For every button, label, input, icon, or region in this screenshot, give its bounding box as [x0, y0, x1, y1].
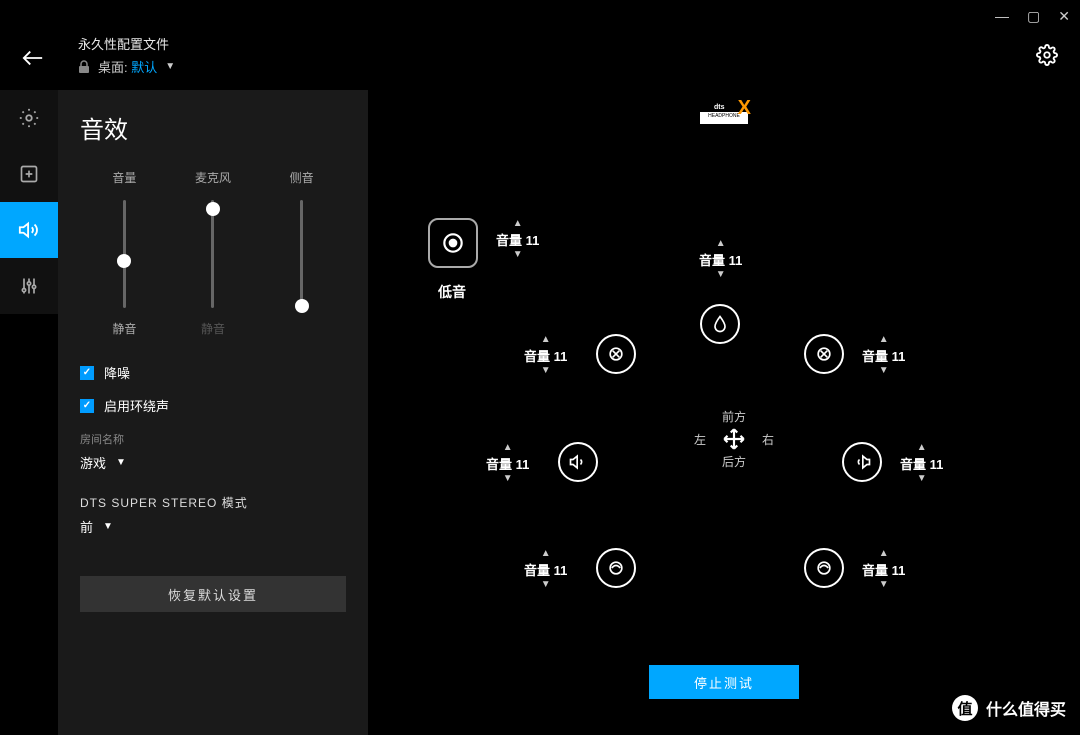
- rear-right-speaker[interactable]: [804, 548, 844, 588]
- checkbox-checked-icon: ✓: [80, 399, 94, 413]
- center-vol-down[interactable]: ▼: [716, 269, 726, 281]
- surround-toggle[interactable]: ✓ 启用环绕声: [80, 396, 346, 415]
- svg-text:dts: dts: [714, 104, 725, 110]
- bass-vol-up[interactable]: ▲: [513, 218, 523, 230]
- tab-equalizer[interactable]: [0, 258, 58, 314]
- volume-slider-label: 音量: [112, 169, 136, 186]
- chevron-down-icon: ▼: [116, 457, 126, 468]
- mic-slider[interactable]: [211, 200, 214, 308]
- sl-vol-up[interactable]: ▲: [503, 442, 513, 454]
- bass-speaker[interactable]: [428, 218, 478, 268]
- window-close[interactable]: ✕: [1058, 8, 1070, 25]
- volume-slider[interactable]: [123, 200, 126, 308]
- chevron-down-icon: ▼: [165, 61, 175, 72]
- fl-vol-up[interactable]: ▲: [541, 334, 551, 346]
- rr-vol-up[interactable]: ▲: [879, 548, 889, 560]
- room-field-label: 房间名称: [80, 431, 346, 447]
- window-minimize[interactable]: —: [995, 8, 1009, 25]
- stop-test-button[interactable]: 停止测试: [649, 665, 799, 699]
- rear-left-speaker[interactable]: [596, 548, 636, 588]
- dts-headphone-x-badge: dts HEADPHONE X: [700, 100, 748, 124]
- sidetone-slider[interactable]: [300, 200, 303, 308]
- sun-icon: [18, 107, 40, 129]
- chevron-down-icon: ▼: [103, 521, 113, 532]
- dts-mode-label: DTS SUPER STEREO 模式: [80, 494, 346, 511]
- side-right-speaker[interactable]: [842, 442, 882, 482]
- settings-gear-icon[interactable]: [1036, 44, 1058, 71]
- sr-vol-down[interactable]: ▼: [917, 473, 927, 485]
- listener-compass: 前方 左 右 后方: [694, 408, 774, 470]
- window-maximize[interactable]: ▢: [1027, 8, 1040, 25]
- center-speaker[interactable]: [700, 304, 740, 344]
- sliders-icon: [19, 276, 39, 296]
- noise-reduction-toggle[interactable]: ✓ 降噪: [80, 363, 346, 382]
- mic-slider-label: 麦克风: [195, 169, 231, 186]
- back-button[interactable]: [22, 50, 44, 71]
- reset-defaults-button[interactable]: 恢复默认设置: [80, 576, 346, 612]
- front-left-speaker[interactable]: [596, 334, 636, 374]
- tab-lighting[interactable]: [0, 90, 58, 146]
- sidetone-slider-label: 侧音: [290, 169, 314, 186]
- fr-vol-down[interactable]: ▼: [879, 365, 889, 377]
- watermark: 值 什么值得买: [952, 695, 1066, 721]
- plus-box-icon: [19, 164, 39, 184]
- tab-assignments[interactable]: [0, 146, 58, 202]
- volume-mute-label[interactable]: 静音: [112, 320, 136, 337]
- rr-vol-down[interactable]: ▼: [879, 579, 889, 591]
- bass-label: 低音: [438, 282, 466, 302]
- speaker-icon: [18, 219, 40, 241]
- profile-selector[interactable]: 桌面: 默认 ▼: [78, 57, 175, 76]
- lock-icon: [78, 60, 90, 74]
- tab-acoustics[interactable]: [0, 202, 58, 258]
- room-select[interactable]: 游戏 ▼: [80, 453, 346, 472]
- center-vol-up[interactable]: ▲: [716, 238, 726, 250]
- sr-vol-up[interactable]: ▲: [917, 442, 927, 454]
- profile-title: 永久性配置文件: [78, 34, 175, 53]
- side-left-speaker[interactable]: [558, 442, 598, 482]
- dts-mode-select[interactable]: 前 ▼: [80, 517, 346, 536]
- compass-cross-icon: [720, 425, 748, 453]
- panel-title: 音效: [80, 110, 346, 145]
- checkbox-checked-icon: ✓: [80, 366, 94, 380]
- fr-vol-up[interactable]: ▲: [879, 334, 889, 346]
- watermark-icon: 值: [952, 695, 978, 721]
- fl-vol-down[interactable]: ▼: [541, 365, 551, 377]
- rl-vol-up[interactable]: ▲: [541, 548, 551, 560]
- sl-vol-down[interactable]: ▼: [503, 473, 513, 485]
- rl-vol-down[interactable]: ▼: [541, 579, 551, 591]
- front-right-speaker[interactable]: [804, 334, 844, 374]
- mic-mute-label[interactable]: 静音: [201, 320, 225, 337]
- bass-vol-down[interactable]: ▼: [513, 249, 523, 261]
